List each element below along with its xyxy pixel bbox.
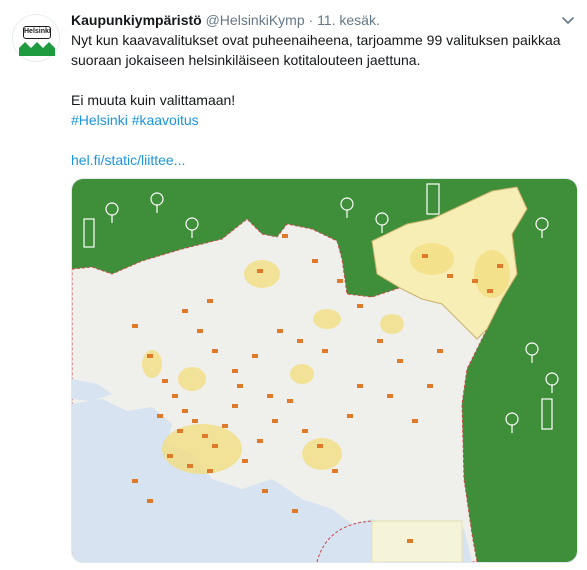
tweet-header: Kaupunkiympäristö @HelsinkiKymp · 11. ke… [71, 11, 380, 29]
tweet-time[interactable]: 11. kesäk. [317, 12, 380, 28]
author-handle[interactable]: @HelsinkiKymp [206, 12, 305, 28]
tweet-line-2: Ei muuta kuin valittamaan! [71, 92, 236, 108]
helsinki-logo-badge: Helsinki [23, 26, 51, 39]
avatar[interactable]: Helsinki [12, 14, 60, 62]
helsinki-map-image [72, 179, 577, 562]
tweet-url[interactable]: hel.fi/static/liittee... [71, 152, 185, 168]
hashtags: #Helsinki #kaavoitus [71, 110, 571, 130]
hashtag-helsinki[interactable]: #Helsinki [71, 112, 128, 128]
hashtag-kaavoitus[interactable]: #kaavoitus [132, 112, 199, 128]
author-name[interactable]: Kaupunkiympäristö [71, 12, 202, 28]
tweet-image[interactable] [71, 178, 578, 563]
tweet-line-1: Nyt kun kaavavalitukset ovat puheenaihee… [71, 32, 561, 68]
helsinki-wave-icon [19, 42, 55, 56]
tweet-text: Nyt kun kaavavalitukset ovat puheenaihee… [71, 30, 571, 170]
separator: · [308, 12, 314, 28]
chevron-down-icon[interactable] [561, 13, 575, 27]
